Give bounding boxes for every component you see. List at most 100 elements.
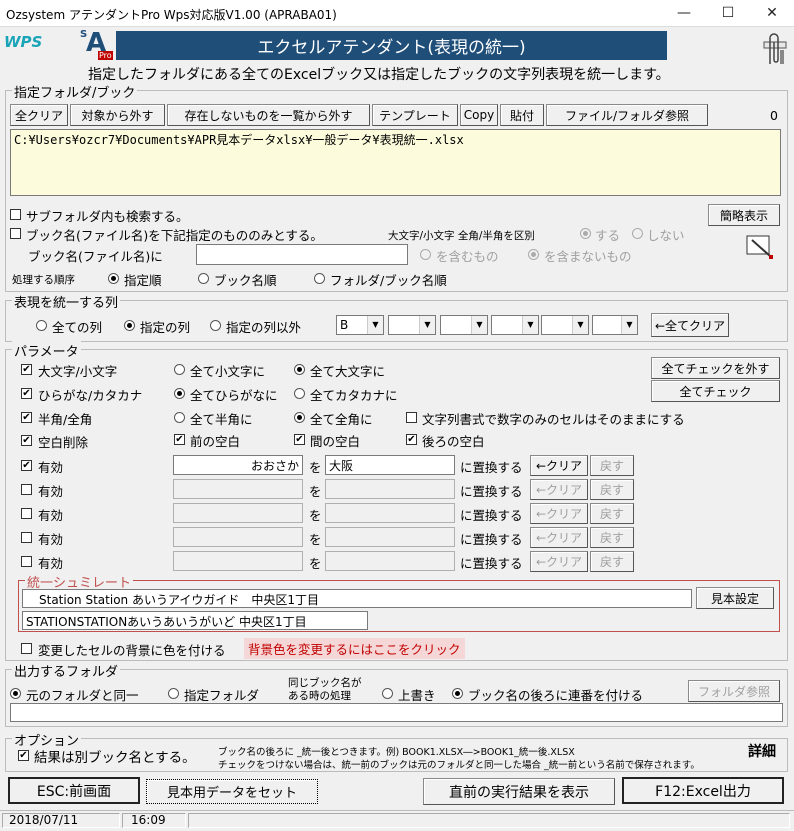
order-specified-radio[interactable] bbox=[108, 273, 119, 284]
replace-row-2-clear-button[interactable]: ←クリア bbox=[530, 479, 588, 500]
replace-row-4-undo-button[interactable]: 戻す bbox=[590, 527, 634, 548]
option-note-1: ブック名の後ろに _統一後とつきます。例) BOOK1.XLSX―>BOOK1_… bbox=[218, 747, 575, 758]
book-name-only-checkbox[interactable] bbox=[10, 228, 21, 239]
same-folder-radio[interactable] bbox=[10, 688, 21, 699]
background-color-link[interactable]: 背景色を変更するにはここをクリック bbox=[244, 638, 465, 659]
separate-book-checkbox[interactable] bbox=[18, 750, 29, 761]
all-halfwidth-radio[interactable] bbox=[174, 412, 185, 423]
edit-pencil-icon[interactable] bbox=[744, 232, 778, 262]
uncheck-all-button[interactable]: 全てチェックを外す bbox=[651, 357, 780, 379]
remove-target-button[interactable]: 対象から外す bbox=[70, 104, 165, 126]
middle-space-checkbox[interactable] bbox=[294, 434, 305, 445]
replace-row-5-to[interactable] bbox=[325, 551, 455, 571]
kana-checkbox[interactable] bbox=[21, 388, 32, 399]
space-checkbox[interactable] bbox=[21, 435, 32, 446]
color-changed-checkbox[interactable] bbox=[21, 643, 32, 654]
contains-radio[interactable] bbox=[420, 249, 431, 260]
detail-link[interactable]: 詳細 bbox=[748, 741, 776, 761]
replace-row-5-from[interactable] bbox=[173, 551, 303, 571]
back-space-checkbox[interactable] bbox=[406, 434, 417, 445]
template-button[interactable]: テンプレート bbox=[372, 104, 458, 126]
simulate-after-text[interactable]: STATIONSTATIONあいうあいうがいど 中央区1丁目 bbox=[22, 611, 368, 630]
replace-row-3-from[interactable] bbox=[173, 503, 303, 523]
replace-row-3-to[interactable] bbox=[325, 503, 455, 523]
specified-folder-radio[interactable] bbox=[168, 688, 179, 699]
replace-row-5-replace-label: に置換する bbox=[460, 556, 523, 571]
show-last-result-button[interactable]: 直前の実行結果を表示 bbox=[423, 778, 615, 805]
replace-row-1-to[interactable]: 大阪 bbox=[325, 455, 455, 475]
replace-row-4-to[interactable] bbox=[325, 527, 455, 547]
case-distinguish-yes-radio[interactable] bbox=[580, 228, 591, 239]
replace-row-1-from[interactable]: おおさか bbox=[173, 455, 303, 475]
column-select-6[interactable]: ▼ bbox=[592, 315, 638, 335]
column-select-1[interactable]: B ▼ bbox=[336, 315, 384, 335]
replace-row-3-checkbox[interactable] bbox=[21, 508, 32, 519]
front-space-checkbox[interactable] bbox=[174, 434, 185, 445]
column-select-3[interactable]: ▼ bbox=[440, 315, 488, 335]
column-select-5[interactable]: ▼ bbox=[541, 315, 589, 335]
replace-row-2-checkbox[interactable] bbox=[21, 484, 32, 495]
append-number-radio[interactable] bbox=[452, 688, 463, 699]
replace-row-4-checkbox[interactable] bbox=[21, 532, 32, 543]
order-folder-book-radio[interactable] bbox=[314, 273, 325, 284]
overwrite-radio[interactable] bbox=[382, 688, 393, 699]
case-checkbox[interactable] bbox=[21, 364, 32, 375]
not-contains-radio[interactable] bbox=[528, 249, 539, 260]
specified-columns-radio[interactable] bbox=[124, 320, 135, 331]
all-katakana-radio[interactable] bbox=[294, 388, 305, 399]
banner-title: エクセルアテンダント(表現の統一) bbox=[257, 38, 526, 58]
simple-view-button[interactable]: 簡略表示 bbox=[708, 204, 780, 226]
close-button[interactable]: ✕ bbox=[750, 0, 794, 26]
book-name-only-label: ブック名(ファイル名)を下記指定のもののみとする。 bbox=[26, 228, 323, 243]
target-path-list[interactable]: C:¥Users¥ozcr7¥Documents¥APR見本データxlsx¥一般… bbox=[10, 129, 781, 196]
sample-settings-button[interactable]: 見本設定 bbox=[696, 587, 774, 609]
copy-button[interactable]: Copy bbox=[460, 104, 498, 126]
file-folder-browse-button[interactable]: ファイル/フォルダ参照 bbox=[546, 104, 708, 126]
simulate-before-text[interactable]: Station Station あいうアイウガイド 中央区1丁目 bbox=[22, 589, 692, 608]
all-upper-radio[interactable] bbox=[294, 364, 305, 375]
search-subfolders-checkbox[interactable] bbox=[10, 209, 21, 220]
column-select-4[interactable]: ▼ bbox=[491, 315, 539, 335]
replace-row-5-clear-button[interactable]: ←クリア bbox=[530, 551, 588, 572]
case-distinguish-no-radio[interactable] bbox=[632, 228, 643, 239]
replace-row-1-clear-button[interactable]: ←クリア bbox=[530, 455, 588, 476]
replace-row-4-clear-button[interactable]: ←クリア bbox=[530, 527, 588, 548]
kana-label: ひらがな/カタカナ bbox=[38, 388, 143, 403]
paperclip-icon[interactable] bbox=[762, 30, 788, 66]
clear-all-button[interactable]: 全クリア bbox=[10, 104, 68, 126]
specified-folder-label: 指定フォルダ bbox=[184, 688, 260, 703]
replace-row-3-undo-button[interactable]: 戻す bbox=[590, 503, 634, 524]
replace-row-4-from[interactable] bbox=[173, 527, 303, 547]
replace-row-2-undo-button[interactable]: 戻す bbox=[590, 479, 634, 500]
set-sample-data-button[interactable]: 見本用データをセット bbox=[146, 779, 318, 804]
all-lower-radio[interactable] bbox=[174, 364, 185, 375]
width-checkbox[interactable] bbox=[21, 412, 32, 423]
book-name-input[interactable] bbox=[196, 244, 408, 265]
paste-button[interactable]: 貼付 bbox=[500, 104, 544, 126]
case-distinguish-no-label: しない bbox=[647, 228, 685, 243]
replace-row-2-to[interactable] bbox=[325, 479, 455, 499]
all-fullwidth-radio[interactable] bbox=[294, 412, 305, 423]
front-space-label: 前の空白 bbox=[190, 434, 241, 449]
minimize-button[interactable]: — bbox=[662, 0, 706, 26]
replace-row-3-clear-button[interactable]: ←クリア bbox=[530, 503, 588, 524]
output-path-input[interactable] bbox=[10, 703, 783, 722]
esc-back-button[interactable]: ESC:前画面 bbox=[8, 777, 140, 804]
replace-row-1-undo-button[interactable]: 戻す bbox=[590, 455, 634, 476]
replace-row-1-checkbox[interactable] bbox=[21, 460, 32, 471]
replace-row-5-undo-button[interactable]: 戻す bbox=[590, 551, 634, 572]
columns-clear-all-button[interactable]: ←全てクリア bbox=[651, 313, 729, 337]
column-select-2[interactable]: ▼ bbox=[388, 315, 436, 335]
except-columns-radio[interactable] bbox=[210, 320, 221, 331]
keep-numeric-checkbox[interactable] bbox=[406, 412, 417, 423]
order-book-name-radio[interactable] bbox=[198, 273, 209, 284]
all-columns-radio[interactable] bbox=[36, 320, 47, 331]
check-all-button[interactable]: 全てチェック bbox=[651, 380, 780, 402]
all-hiragana-radio[interactable] bbox=[174, 388, 185, 399]
folder-browse-button[interactable]: フォルダ参照 bbox=[688, 680, 780, 702]
replace-row-5-checkbox[interactable] bbox=[21, 556, 32, 567]
maximize-button[interactable]: ☐ bbox=[706, 0, 750, 26]
remove-missing-button[interactable]: 存在しないものを一覧から外す bbox=[167, 104, 370, 126]
replace-row-2-from[interactable] bbox=[173, 479, 303, 499]
f12-excel-output-button[interactable]: F12:Excel出力 bbox=[622, 777, 784, 804]
